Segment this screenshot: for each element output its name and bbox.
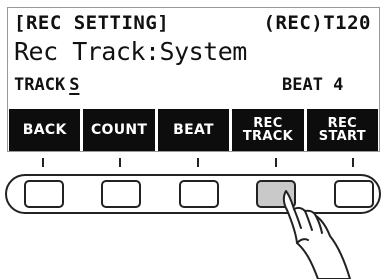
tempo-indicator: (REC)T120 bbox=[263, 12, 371, 34]
beat-indicator: BEAT 4 bbox=[282, 75, 344, 95]
softkey-beat: BEAT bbox=[157, 109, 230, 151]
tick-mark bbox=[275, 158, 277, 167]
tick-mark bbox=[197, 158, 199, 167]
track-value: S bbox=[69, 75, 80, 95]
hardware-button-2[interactable] bbox=[101, 180, 141, 208]
hardware-button-5[interactable] bbox=[334, 180, 374, 208]
track-label: TRACK bbox=[14, 75, 66, 95]
softkey-count-label: COUNT bbox=[90, 122, 148, 138]
tick-mark bbox=[42, 158, 44, 167]
softkey-bar: BACK COUNT BEAT REC TRACK REC START bbox=[8, 109, 379, 151]
lcd-status-row: TRACK S BEAT 4 bbox=[14, 75, 371, 95]
rec-track-value: Rec Track:System bbox=[14, 37, 247, 66]
softkey-rec-track-line2: TRACK bbox=[242, 129, 293, 144]
hardware-button-1[interactable] bbox=[24, 180, 64, 208]
button-ticks bbox=[0, 158, 387, 168]
hardware-button-3[interactable] bbox=[179, 180, 219, 208]
rec-setting-title: [REC SETTING] bbox=[14, 12, 170, 34]
softkey-rec-start-line2: START bbox=[318, 129, 366, 144]
lcd-display: [REC SETTING] (REC)T120 Rec Track:System… bbox=[7, 7, 380, 152]
softkey-back: BACK bbox=[9, 109, 81, 151]
softkey-count: COUNT bbox=[83, 109, 155, 151]
softkey-rec-start: REC START bbox=[306, 109, 379, 151]
lcd-header: [REC SETTING] (REC)T120 bbox=[14, 12, 371, 34]
softkey-back-label: BACK bbox=[22, 122, 67, 138]
tick-mark bbox=[352, 158, 354, 167]
hardware-button-4[interactable] bbox=[256, 180, 296, 208]
tick-mark bbox=[119, 158, 121, 167]
softkey-beat-label: BEAT bbox=[173, 122, 214, 138]
softkey-rec-track: REC TRACK bbox=[232, 109, 304, 151]
